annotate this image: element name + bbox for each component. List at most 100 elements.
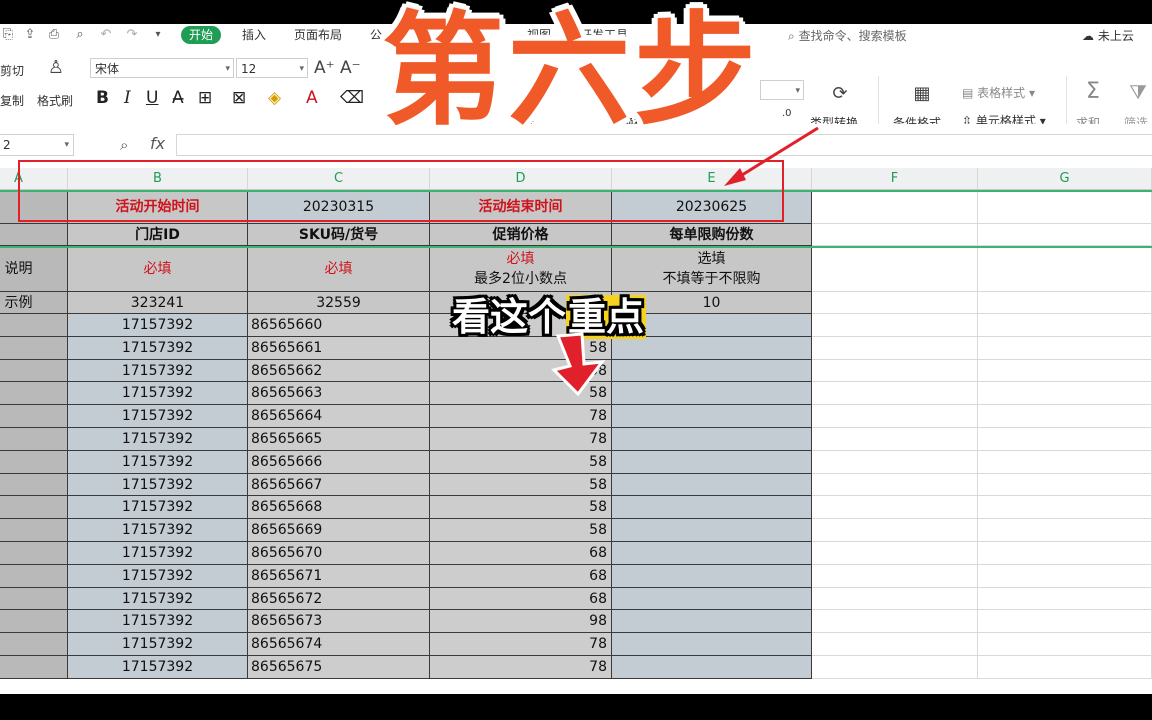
empty-cell[interactable] bbox=[978, 519, 1152, 542]
copy-button[interactable]: 复制 bbox=[0, 92, 24, 109]
strikethrough-icon[interactable]: A̶ bbox=[172, 88, 184, 108]
cell-store-id[interactable]: 17157392 bbox=[68, 382, 248, 405]
empty-cell[interactable] bbox=[812, 191, 978, 224]
column-header-G[interactable]: G bbox=[978, 168, 1152, 190]
cell-row-gutter[interactable] bbox=[0, 656, 68, 679]
cell-limit[interactable] bbox=[612, 360, 812, 382]
empty-cell[interactable] bbox=[812, 656, 978, 679]
cell-store-id[interactable]: 17157392 bbox=[68, 360, 248, 382]
empty-cell[interactable] bbox=[812, 405, 978, 428]
format-painter-button[interactable]: 格式刷 bbox=[37, 92, 73, 109]
cell-sku[interactable]: 86565664 bbox=[248, 405, 430, 428]
empty-cell[interactable] bbox=[978, 191, 1152, 224]
cell-store-id[interactable]: 17157392 bbox=[68, 519, 248, 542]
empty-cell[interactable] bbox=[812, 292, 978, 314]
cell-price[interactable]: 78 bbox=[430, 633, 612, 656]
cell-store-id[interactable]: 17157392 bbox=[68, 474, 248, 496]
cell-example-label[interactable]: 示例 bbox=[0, 292, 68, 314]
bold-icon[interactable]: B bbox=[96, 88, 109, 108]
cell-sku[interactable]: 86565660 bbox=[248, 314, 430, 337]
empty-cell[interactable] bbox=[812, 246, 978, 292]
cell-sku[interactable]: 86565674 bbox=[248, 633, 430, 656]
open-icon[interactable]: ⎘ bbox=[0, 27, 16, 43]
cell-sku[interactable]: 86565663 bbox=[248, 382, 430, 405]
cell-price[interactable]: 68 bbox=[430, 542, 612, 565]
quick-access-dropdown-icon[interactable]: ▾ bbox=[150, 27, 166, 43]
cell-price[interactable]: 58 bbox=[430, 474, 612, 496]
cell-sku-example[interactable]: 32559 bbox=[248, 292, 430, 314]
print-preview-icon[interactable]: ⌕ bbox=[72, 27, 88, 43]
cell-row-gutter[interactable] bbox=[0, 428, 68, 451]
command-search[interactable]: ⌕ 查找命令、搜索模板 bbox=[788, 27, 907, 44]
empty-cell[interactable] bbox=[812, 224, 978, 246]
cell-limit-header[interactable]: 每单限购份数 bbox=[612, 224, 812, 246]
cell-row-gutter[interactable] bbox=[0, 360, 68, 382]
empty-cell[interactable] bbox=[978, 246, 1152, 292]
empty-cell[interactable] bbox=[812, 314, 978, 337]
cell-limit[interactable] bbox=[612, 474, 812, 496]
cell-sku[interactable]: 86565675 bbox=[248, 656, 430, 679]
cell-sku[interactable]: 86565668 bbox=[248, 496, 430, 519]
cell-limit[interactable] bbox=[612, 496, 812, 519]
undo-icon[interactable]: ↶ bbox=[98, 27, 114, 43]
cell-price[interactable]: 78 bbox=[430, 656, 612, 679]
empty-cell[interactable] bbox=[812, 428, 978, 451]
cell-store-id[interactable]: 17157392 bbox=[68, 451, 248, 474]
cell-store-example[interactable]: 323241 bbox=[68, 292, 248, 314]
cell-sku[interactable]: 86565669 bbox=[248, 519, 430, 542]
cell-price[interactable]: 68 bbox=[430, 588, 612, 610]
empty-cell[interactable] bbox=[978, 451, 1152, 474]
empty-cell[interactable] bbox=[812, 588, 978, 610]
cell-store-id[interactable]: 17157392 bbox=[68, 565, 248, 588]
cell-price[interactable]: 98 bbox=[430, 610, 612, 633]
empty-cell[interactable] bbox=[978, 337, 1152, 360]
cell-row-gutter[interactable] bbox=[0, 314, 68, 337]
cell-store-id[interactable]: 17157392 bbox=[68, 405, 248, 428]
cell-limit[interactable] bbox=[612, 610, 812, 633]
empty-cell[interactable] bbox=[812, 633, 978, 656]
empty-cell[interactable] bbox=[812, 565, 978, 588]
font-name-select[interactable]: 宋体 ▾ bbox=[90, 58, 234, 78]
sheet-grid[interactable]: A B C D E F G 活动开始时间 20230315 活动结束时间 20230625 门店ID S… bbox=[0, 168, 1152, 694]
empty-cell[interactable] bbox=[978, 496, 1152, 519]
cell-store-id[interactable]: 17157392 bbox=[68, 656, 248, 679]
cell-store-id-header[interactable]: 门店ID bbox=[68, 224, 248, 246]
number-format-select[interactable]: ▾ bbox=[760, 80, 804, 100]
decrease-font-icon[interactable]: A⁻ bbox=[340, 58, 361, 78]
tab-home[interactable]: 开始 bbox=[181, 26, 222, 44]
cell-row-gutter[interactable] bbox=[0, 496, 68, 519]
cell-row-gutter[interactable] bbox=[0, 451, 68, 474]
cell-store-id[interactable]: 17157392 bbox=[68, 314, 248, 337]
empty-cell[interactable] bbox=[812, 474, 978, 496]
cell-store-id[interactable]: 17157392 bbox=[68, 496, 248, 519]
empty-cell[interactable] bbox=[812, 337, 978, 360]
cell-store-id[interactable]: 17157392 bbox=[68, 542, 248, 565]
cell-row-gutter[interactable] bbox=[0, 610, 68, 633]
empty-cell[interactable] bbox=[812, 519, 978, 542]
empty-cell[interactable] bbox=[812, 382, 978, 405]
cell-row-gutter[interactable] bbox=[0, 588, 68, 610]
cell-limit[interactable] bbox=[612, 519, 812, 542]
cell-price[interactable]: 58 bbox=[430, 496, 612, 519]
underline-icon[interactable]: U bbox=[146, 88, 158, 108]
empty-cell[interactable] bbox=[812, 610, 978, 633]
cell-row-gutter[interactable] bbox=[0, 474, 68, 496]
cell-sku-header[interactable]: SKU码/货号 bbox=[248, 224, 430, 246]
empty-cell[interactable] bbox=[812, 451, 978, 474]
cut-button[interactable]: 剪切 bbox=[0, 62, 24, 79]
empty-cell[interactable] bbox=[978, 428, 1152, 451]
empty-cell[interactable] bbox=[978, 405, 1152, 428]
empty-cell[interactable] bbox=[978, 542, 1152, 565]
cell-sku[interactable]: 86565661 bbox=[248, 337, 430, 360]
empty-cell[interactable] bbox=[812, 496, 978, 519]
cell-row-gutter[interactable] bbox=[0, 633, 68, 656]
cell-limit[interactable] bbox=[612, 382, 812, 405]
cell-row-gutter[interactable] bbox=[0, 519, 68, 542]
cell-sku[interactable]: 86565667 bbox=[248, 474, 430, 496]
cell-sku[interactable]: 86565665 bbox=[248, 428, 430, 451]
cell-limit[interactable] bbox=[612, 633, 812, 656]
cell-store-id[interactable]: 17157392 bbox=[68, 588, 248, 610]
clear-format-icon[interactable]: ⌫ bbox=[340, 88, 364, 108]
empty-cell[interactable] bbox=[978, 474, 1152, 496]
cell-limit[interactable] bbox=[612, 656, 812, 679]
